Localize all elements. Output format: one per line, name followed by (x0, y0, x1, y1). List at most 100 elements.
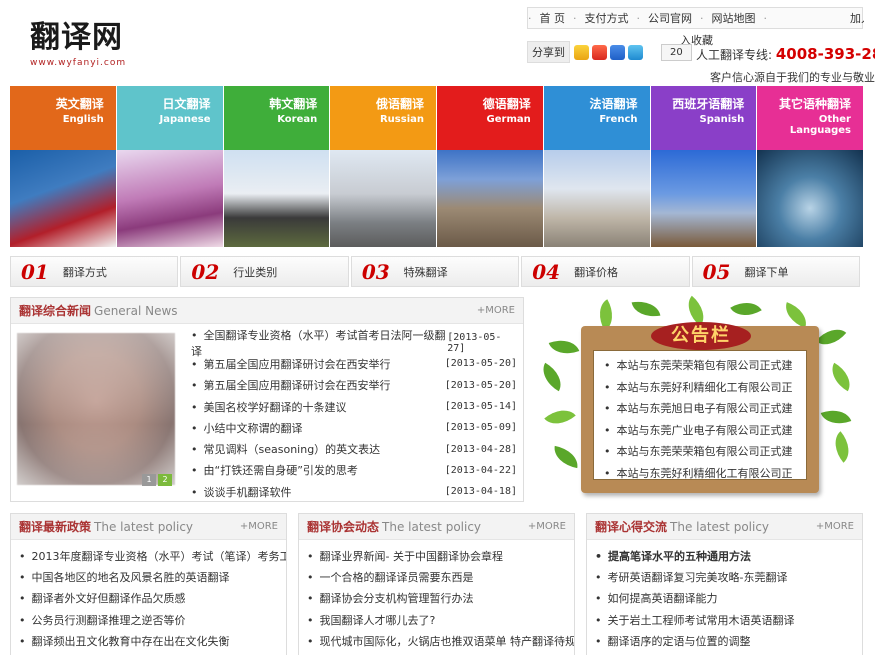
leaf-decoration (825, 362, 857, 392)
language-tile[interactable]: 俄语翻译 Russian (330, 86, 436, 247)
notice-board-frame: 公告栏 本站与东莞荣荣箱包有限公司正式建本站与东莞好利精细化工有限公司正本站与东… (581, 322, 819, 493)
step-number: 05 (702, 259, 731, 284)
step-label: 翻译方式 (62, 265, 107, 279)
share-count[interactable]: 20 (661, 43, 692, 61)
news-item[interactable]: 由“打铁还需自身硬”引发的思考 [2013-04-22] (191, 460, 518, 481)
slideshow-pager: 1 2 (142, 474, 172, 486)
logo-url: www.wyfanyi.com (30, 58, 127, 68)
article-item[interactable]: 现代城市国际化，火锅店也推双语菜单 特产翻译待规 (307, 633, 575, 654)
news-item[interactable]: 谈谈手机翻译软件 [2013-04-18] (191, 481, 518, 502)
language-tile[interactable]: 德语翻译 German (437, 86, 543, 247)
nav-sitemap[interactable]: 网站地图 (704, 10, 764, 26)
experience-panel: 翻译心得交流The latest policy +MORE 提高笔译水平的五种通… (586, 513, 863, 655)
language-header: 韩文翻译 Korean (223, 86, 330, 150)
panel-title-cn: 翻译最新政策 (19, 520, 92, 534)
hotline: 人工翻译专线: 4008-393-288 (696, 45, 875, 63)
step-label: 行业类别 (233, 265, 278, 279)
article-item[interactable]: 如何提高英语翻译能力 (595, 590, 862, 611)
language-tile[interactable]: 日文翻译 Japanese (116, 86, 223, 247)
article-item[interactable]: 提高笔译水平的五种通用方法 (595, 548, 862, 569)
language-name-en: Japanese (159, 114, 211, 125)
news-item[interactable]: 第五届全国应用翻译研讨会在西安举行 [2013-05-20] (191, 375, 518, 396)
language-photo (223, 150, 330, 247)
language-name-cn: 英文翻译 (55, 97, 104, 111)
news-date: [2013-05-14] (444, 401, 517, 413)
step-tab[interactable]: 01 翻译方式 (10, 256, 179, 287)
panel-header: 翻译最新政策 The latest policy +MORE (11, 514, 286, 540)
step-tab[interactable]: 03 特殊翻译 (350, 256, 520, 287)
pager-button-1[interactable]: 1 (142, 474, 156, 486)
panel-subtitle: The latest policy (94, 520, 194, 534)
notice-item[interactable]: 本站与东莞荣荣箱包有限公司正式建 (604, 357, 796, 379)
article-item[interactable]: 我国翻译人才哪儿去了? (307, 612, 574, 633)
article-item[interactable]: 考研英语翻译复习完美攻略-东莞翻译 (595, 569, 862, 590)
language-name-en: English (62, 114, 104, 125)
news-item[interactable]: 第五届全国应用翻译研讨会在西安举行 [2013-05-20] (191, 353, 518, 374)
leaf-decoration (780, 302, 812, 328)
language-name-en: German (486, 114, 531, 125)
article-item[interactable]: 中国各地区的地名及风景名胜的英语翻译 (19, 569, 286, 590)
language-name-en: French (599, 114, 638, 125)
more-link[interactable]: +MORE (240, 521, 278, 532)
panel-subtitle: The latest policy (670, 520, 770, 534)
news-title: 由“打铁还需自身硬”引发的思考 (191, 462, 358, 478)
news-item[interactable]: 小结中文称谓的翻译 [2013-05-09] (191, 417, 518, 438)
notice-item[interactable]: 本站与东莞荣荣箱包有限公司正式建 (604, 443, 796, 465)
article-item[interactable]: 关于岩土工程师考试常用木语英语翻译 (595, 612, 862, 633)
step-number: 01 (21, 259, 49, 284)
notice-item[interactable]: 本站与东莞旭日电子有限公司正式建 (604, 400, 796, 422)
pager-button-2[interactable]: 2 (158, 474, 172, 486)
news-slideshow-image[interactable] (17, 333, 175, 485)
more-link[interactable]: +MORE (528, 521, 566, 532)
language-tile[interactable]: 西班牙语翻译 Spanish (650, 86, 757, 247)
baidu-icon[interactable] (610, 44, 625, 60)
article-item[interactable]: 公务员行测翻译推理之逆否等价 (19, 612, 286, 633)
nav-add-favorite[interactable]: 加入收藏 (850, 10, 864, 26)
hotline-label: 人工翻译专线: (696, 48, 773, 62)
language-photo (437, 150, 543, 247)
notice-item[interactable]: 本站与东莞广业电子有限公司正式建 (604, 422, 796, 444)
site-logo[interactable]: 翻译网 www.wyfanyi.com (30, 20, 140, 75)
slogan: 客户信心源自于我们的专业与敬业 (710, 71, 875, 84)
notice-item[interactable]: 本站与东莞好利精细化工有限公司正 (604, 465, 796, 480)
nav-payment[interactable]: 支付方式 (577, 10, 637, 26)
language-tile[interactable]: 英文翻译 English (10, 86, 116, 247)
step-tab[interactable]: 04 翻译价格 (521, 256, 690, 287)
news-date: [2013-04-18] (444, 486, 517, 498)
language-tile[interactable]: 其它语种翻译 Other Languages (757, 86, 863, 247)
notice-title: 公告栏 (651, 322, 751, 350)
panel-title: 翻译协会动态 The latest policy (307, 518, 481, 535)
weibo-icon[interactable] (592, 44, 607, 60)
article-item[interactable]: 翻译业界新闻- 关于中国翻译协会章程 (307, 548, 574, 569)
language-name-cn: 日文翻译 (162, 97, 211, 111)
notice-content: 本站与东莞荣荣箱包有限公司正式建本站与东莞好利精细化工有限公司正本站与东莞旭日电… (593, 350, 807, 480)
news-title: 谈谈手机翻译软件 (191, 484, 292, 500)
share-label: 分享到 (527, 41, 570, 63)
nav-company-site[interactable]: 公司官网 (640, 10, 700, 26)
language-tile[interactable]: 法语翻译 French (543, 86, 650, 247)
news-item[interactable]: 美国名校学好翻译的十条建议 [2013-05-14] (191, 396, 518, 417)
language-header: 英文翻译 English (10, 86, 116, 150)
step-tab[interactable]: 05 翻译下单 (691, 256, 861, 287)
article-item[interactable]: 翻译语序的定语与位置的调整 (595, 633, 862, 654)
language-tile[interactable]: 韩文翻译 Korean (223, 86, 330, 247)
language-photo (10, 150, 116, 247)
article-item[interactable]: 2013年度翻译专业资格（水平）考试（笔译）考务工作 (19, 548, 287, 569)
association-panel: 翻译协会动态The latest policy +MORE 翻译业界新闻- 关于… (298, 513, 575, 655)
qzone-icon[interactable] (574, 44, 589, 60)
nav-home[interactable]: 首 页 (532, 10, 574, 26)
language-name-en: Russian (379, 114, 424, 125)
notice-list: 本站与东莞荣荣箱包有限公司正式建本站与东莞好利精细化工有限公司正本站与东莞旭日电… (604, 357, 796, 480)
step-tab[interactable]: 02 行业类别 (180, 256, 349, 287)
article-item[interactable]: 一个合格的翻译译员需要东西是 (307, 569, 574, 590)
language-banner: 英文翻译 English 日文翻译 Japanese 韩文翻译 Korean 俄语翻译 Rus… (10, 86, 863, 247)
more-link[interactable]: +MORE (477, 305, 515, 316)
article-item[interactable]: 翻译频出丑文化教育中存在出在文化失衡 (19, 633, 286, 654)
qq-icon[interactable] (628, 44, 643, 60)
article-item[interactable]: 翻译协会分支机构管理暂行办法 (307, 590, 574, 611)
news-item[interactable]: 全国翻译专业资格（水平）考试首考日法阿一级翻译[2013-05-27] (191, 329, 517, 358)
article-item[interactable]: 翻译者外文好但翻译作品欠质感 (19, 590, 286, 611)
notice-item[interactable]: 本站与东莞好利精细化工有限公司正 (604, 379, 796, 401)
news-item[interactable]: 常见调料（seasoning）的英文表达 [2013-04-28] (191, 438, 518, 459)
more-link[interactable]: +MORE (816, 521, 854, 532)
